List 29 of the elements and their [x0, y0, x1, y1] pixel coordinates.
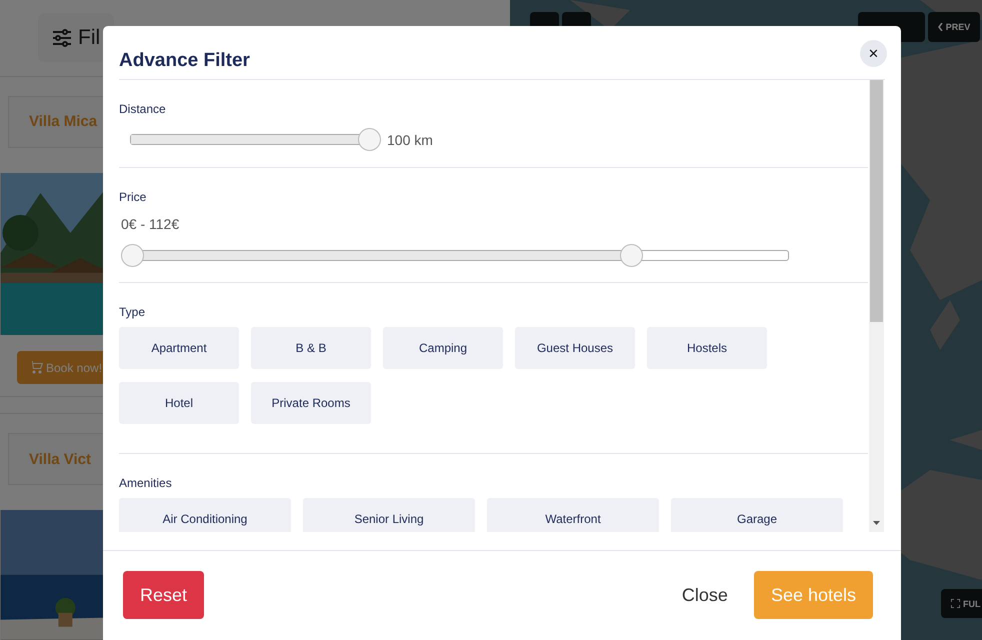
close-button[interactable]: Close: [678, 571, 732, 619]
section-label: Amenities: [119, 476, 173, 490]
sliders-icon: [52, 28, 72, 48]
dialog-title: Advance Filter: [119, 50, 250, 72]
option-chip[interactable]: B & B: [251, 327, 371, 369]
option-chip[interactable]: Waterfront: [487, 498, 659, 532]
option-chip[interactable]: Guest Houses: [515, 327, 635, 369]
chevron-left-icon: [938, 23, 943, 31]
prev-button[interactable]: PREV: [928, 12, 980, 42]
expand-icon: [951, 599, 960, 608]
option-chip[interactable]: Senior Living: [303, 498, 475, 532]
section-label: Price: [119, 190, 148, 204]
cart-icon: [29, 361, 43, 374]
option-chip[interactable]: Camping: [383, 327, 503, 369]
option-chip[interactable]: Hostels: [647, 327, 767, 369]
scrollbar[interactable]: [869, 80, 884, 532]
filter-button[interactable]: Fil: [38, 13, 114, 62]
price-reading: 0€ - 112€: [121, 216, 180, 232]
option-chip[interactable]: Hotel: [119, 382, 239, 424]
reset-button[interactable]: Reset: [123, 571, 204, 619]
section-label: Distance: [119, 102, 167, 116]
fullscreen-button[interactable]: FUL: [941, 589, 982, 618]
option-chip[interactable]: Apartment: [119, 327, 239, 369]
option-chip[interactable]: Garage: [671, 498, 843, 532]
option-chip[interactable]: Air Conditioning: [119, 498, 291, 532]
close-button[interactable]: ×: [860, 40, 887, 67]
option-chip[interactable]: Private Rooms: [251, 382, 371, 424]
distance-reading: 100 km: [387, 132, 433, 148]
section-label: Type: [119, 305, 146, 319]
